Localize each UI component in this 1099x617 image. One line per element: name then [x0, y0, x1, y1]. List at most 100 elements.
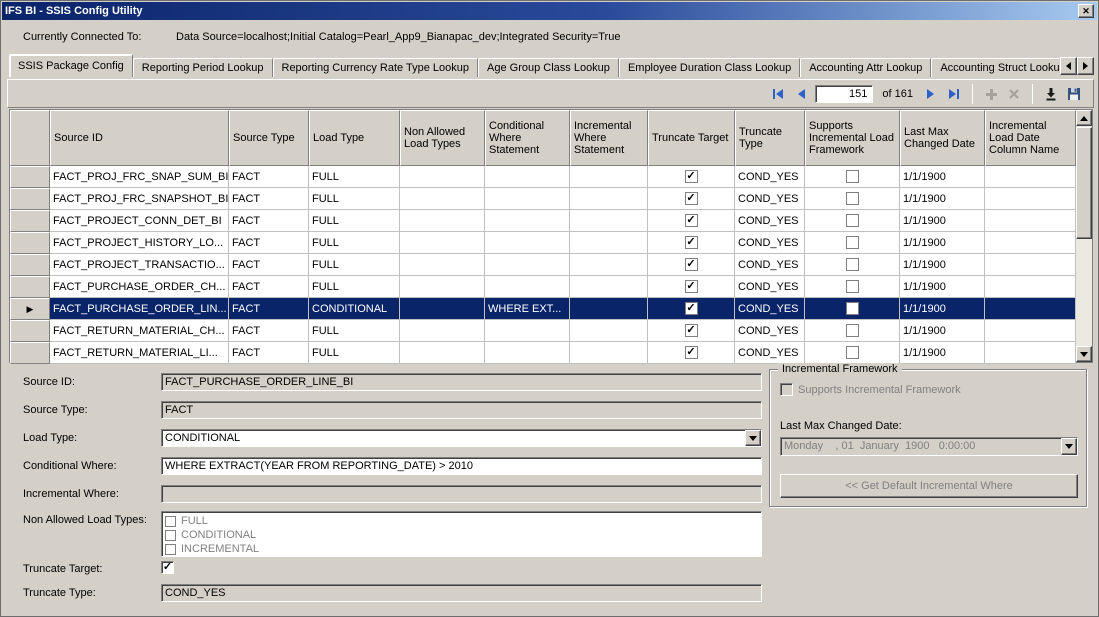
cell-non-allowed-load-types[interactable] [400, 298, 485, 320]
scroll-down-button[interactable] [1076, 346, 1092, 362]
cell-last-max-changed[interactable]: 1/1/1900 [900, 188, 985, 210]
cell-last-max-changed[interactable]: 1/1/1900 [900, 232, 985, 254]
list-item[interactable]: INCREMENTAL [165, 542, 758, 556]
cell-source-type[interactable]: FACT [229, 210, 309, 232]
last-record-button[interactable] [945, 85, 963, 103]
truncate-target-checkbox[interactable] [685, 302, 698, 315]
truncate-target-checkbox[interactable] [685, 236, 698, 249]
row-selector[interactable]: ▶ [10, 188, 50, 210]
table-row[interactable]: ▶ FACT_PROJECT_TRANSACTIO... FACT FULL C… [10, 254, 1076, 276]
cell-incremental-where[interactable] [570, 276, 648, 298]
cell-incremental-load-date-column[interactable] [985, 210, 1076, 232]
save-button[interactable] [1065, 85, 1083, 103]
cell-load-type[interactable]: FULL [309, 210, 400, 232]
cell-supports-incremental[interactable] [805, 210, 900, 232]
cell-source-type[interactable]: FACT [229, 320, 309, 342]
cell-source-id[interactable]: FACT_RETURN_MATERIAL_CH... [50, 320, 229, 342]
full-checkbox[interactable] [165, 516, 176, 527]
supports-incremental-checkbox[interactable] [846, 302, 859, 315]
source-type-field[interactable]: FACT [161, 401, 762, 419]
cell-supports-incremental[interactable] [805, 320, 900, 342]
cell-source-type[interactable]: FACT [229, 276, 309, 298]
cell-truncate-target[interactable] [648, 210, 735, 232]
table-row[interactable]: ▶ FACT_PROJECT_HISTORY_LO... FACT FULL C… [10, 232, 1076, 254]
col-conditional-where[interactable]: Conditional Where Statement [485, 110, 570, 166]
row-selector[interactable]: ▶ [10, 166, 50, 188]
table-row[interactable]: ▶ FACT_PURCHASE_ORDER_LIN... FACT CONDIT… [10, 298, 1076, 320]
supports-incremental-checkbox[interactable] [846, 236, 859, 249]
cell-truncate-type[interactable]: COND_YES [735, 320, 805, 342]
cell-truncate-target[interactable] [648, 188, 735, 210]
truncate-type-field[interactable]: COND_YES [161, 584, 762, 602]
conditional-where-field[interactable]: WHERE EXTRACT(YEAR FROM REPORTING_DATE) … [161, 457, 762, 475]
cell-non-allowed-load-types[interactable] [400, 166, 485, 188]
cell-conditional-where[interactable] [485, 276, 570, 298]
cell-supports-incremental[interactable] [805, 188, 900, 210]
cell-incremental-load-date-column[interactable] [985, 166, 1076, 188]
tab-reporting-currency-rate-type-lookup[interactable]: Reporting Currency Rate Type Lookup [273, 58, 479, 77]
cell-incremental-load-date-column[interactable] [985, 320, 1076, 342]
truncate-target-checkbox[interactable] [685, 346, 698, 359]
col-truncate-type[interactable]: Truncate Type [735, 110, 805, 166]
cell-supports-incremental[interactable] [805, 298, 900, 320]
download-button[interactable] [1042, 85, 1060, 103]
conditional-checkbox[interactable] [165, 530, 176, 541]
cell-truncate-type[interactable]: COND_YES [735, 188, 805, 210]
cell-conditional-where[interactable] [485, 188, 570, 210]
cell-incremental-where[interactable] [570, 254, 648, 276]
truncate-target-checkbox[interactable] [685, 258, 698, 271]
get-default-incremental-where-button[interactable]: << Get Default Incremental Where [780, 474, 1078, 498]
row-selector[interactable]: ▶ [10, 320, 50, 342]
cell-supports-incremental[interactable] [805, 342, 900, 364]
tab-scroll-right-button[interactable] [1077, 57, 1094, 75]
supports-incremental-framework-checkbox[interactable] [780, 383, 793, 396]
supports-incremental-checkbox[interactable] [846, 192, 859, 205]
add-record-button[interactable] [982, 85, 1000, 103]
first-record-button[interactable] [769, 85, 787, 103]
cell-source-type[interactable]: FACT [229, 342, 309, 364]
cell-source-type[interactable]: FACT [229, 254, 309, 276]
cell-conditional-where[interactable] [485, 232, 570, 254]
cell-supports-incremental[interactable] [805, 166, 900, 188]
table-row[interactable]: ▶ FACT_PROJ_FRC_SNAP_SUM_BI FACT FULL CO… [10, 166, 1076, 188]
cell-conditional-where[interactable] [485, 166, 570, 188]
cell-incremental-where[interactable] [570, 232, 648, 254]
cell-source-type[interactable]: FACT [229, 188, 309, 210]
col-truncate-target[interactable]: Truncate Target [648, 110, 735, 166]
incremental-checkbox[interactable] [165, 544, 176, 555]
close-button[interactable]: ✕ [1078, 4, 1094, 18]
cell-load-type[interactable]: FULL [309, 166, 400, 188]
row-selector[interactable]: ▶ [10, 342, 50, 364]
cell-supports-incremental[interactable] [805, 276, 900, 298]
cell-source-id[interactable]: FACT_PROJECT_TRANSACTIO... [50, 254, 229, 276]
supports-incremental-checkbox[interactable] [846, 170, 859, 183]
cell-source-type[interactable]: FACT [229, 232, 309, 254]
cell-supports-incremental[interactable] [805, 232, 900, 254]
cell-load-type[interactable]: FULL [309, 188, 400, 210]
cell-conditional-where[interactable] [485, 254, 570, 276]
cell-source-id[interactable]: FACT_PROJ_FRC_SNAP_SUM_BI [50, 166, 229, 188]
cell-last-max-changed[interactable]: 1/1/1900 [900, 254, 985, 276]
cell-truncate-type[interactable]: COND_YES [735, 298, 805, 320]
scrollbar-thumb[interactable] [1076, 127, 1092, 239]
cell-last-max-changed[interactable]: 1/1/1900 [900, 166, 985, 188]
non-allowed-load-types-list[interactable]: FULL CONDITIONAL INCREMENTAL [161, 511, 762, 557]
load-type-combobox[interactable]: CONDITIONAL [161, 429, 762, 447]
grid-vertical-scrollbar[interactable] [1076, 110, 1092, 362]
tab-reporting-period-lookup[interactable]: Reporting Period Lookup [133, 58, 273, 77]
cell-incremental-load-date-column[interactable] [985, 276, 1076, 298]
col-incremental-where[interactable]: Incremental Where Statement [570, 110, 648, 166]
cell-incremental-where[interactable] [570, 188, 648, 210]
cell-conditional-where[interactable] [485, 320, 570, 342]
table-row[interactable]: ▶ FACT_RETURN_MATERIAL_LI... FACT FULL C… [10, 342, 1076, 364]
cell-source-type[interactable]: FACT [229, 298, 309, 320]
cell-incremental-load-date-column[interactable] [985, 188, 1076, 210]
cell-last-max-changed[interactable]: 1/1/1900 [900, 298, 985, 320]
cell-incremental-where[interactable] [570, 210, 648, 232]
cell-last-max-changed[interactable]: 1/1/1900 [900, 342, 985, 364]
list-item[interactable]: CONDITIONAL [165, 528, 758, 542]
cell-source-id[interactable]: FACT_PROJECT_HISTORY_LO... [50, 232, 229, 254]
cell-incremental-load-date-column[interactable] [985, 232, 1076, 254]
cell-incremental-where[interactable] [570, 166, 648, 188]
cell-load-type[interactable]: FULL [309, 254, 400, 276]
